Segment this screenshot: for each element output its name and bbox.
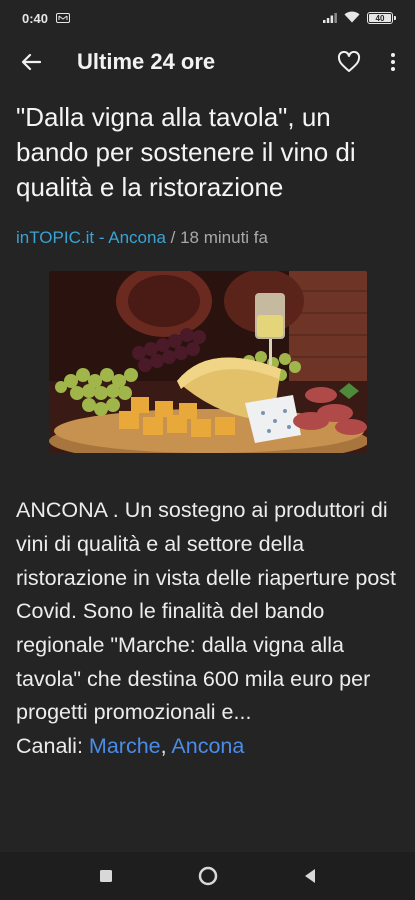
back-nav-button[interactable] (295, 861, 325, 891)
channels-label: Canali: (16, 733, 83, 758)
heart-icon (337, 51, 361, 72)
article-headline: "Dalla vigna alla tavola", un bando per … (16, 102, 356, 202)
square-icon (99, 870, 112, 882)
home-button[interactable] (193, 861, 223, 891)
article-image (48, 271, 367, 454)
signal-icon (323, 11, 337, 26)
battery-icon: 40 (367, 12, 396, 24)
article-source-link[interactable]: inTOPIC.it - Ancona (16, 228, 166, 247)
circle-icon (198, 866, 217, 886)
article-body: ANCONA . Un sostegno ai produttori di vi… (16, 498, 397, 725)
article-time: 18 minuti fa (180, 228, 268, 248)
channel-link-ancona[interactable]: Ancona (171, 734, 244, 758)
page-title: Ultime 24 ore (77, 49, 216, 74)
notification-icon (56, 11, 71, 26)
system-nav-bar (0, 852, 415, 900)
recents-button[interactable] (91, 861, 121, 891)
arrow-left-icon (21, 53, 41, 71)
channels-row: Canali: Marche, Ancona (16, 730, 399, 764)
back-button[interactable] (3, 36, 59, 88)
clock: 0:40 (22, 10, 49, 26)
channels-separator: , (160, 733, 172, 758)
more-options-button[interactable] (371, 36, 415, 88)
channel-link-marche[interactable]: Marche (89, 734, 161, 758)
battery-level: 40 (375, 13, 385, 23)
article-meta: inTOPIC.it - Ancona / 18 minuti fa (16, 228, 399, 248)
favorite-button[interactable] (327, 36, 371, 88)
triangle-back-icon (304, 869, 315, 883)
app-bar: Ultime 24 ore (0, 36, 415, 88)
status-bar: 0:40 40 (0, 0, 415, 36)
meta-separator: / (165, 228, 181, 248)
wifi-icon (344, 11, 360, 26)
more-vert-icon (391, 53, 395, 71)
article: "Dalla vigna alla tavola", un bando per … (16, 100, 399, 852)
